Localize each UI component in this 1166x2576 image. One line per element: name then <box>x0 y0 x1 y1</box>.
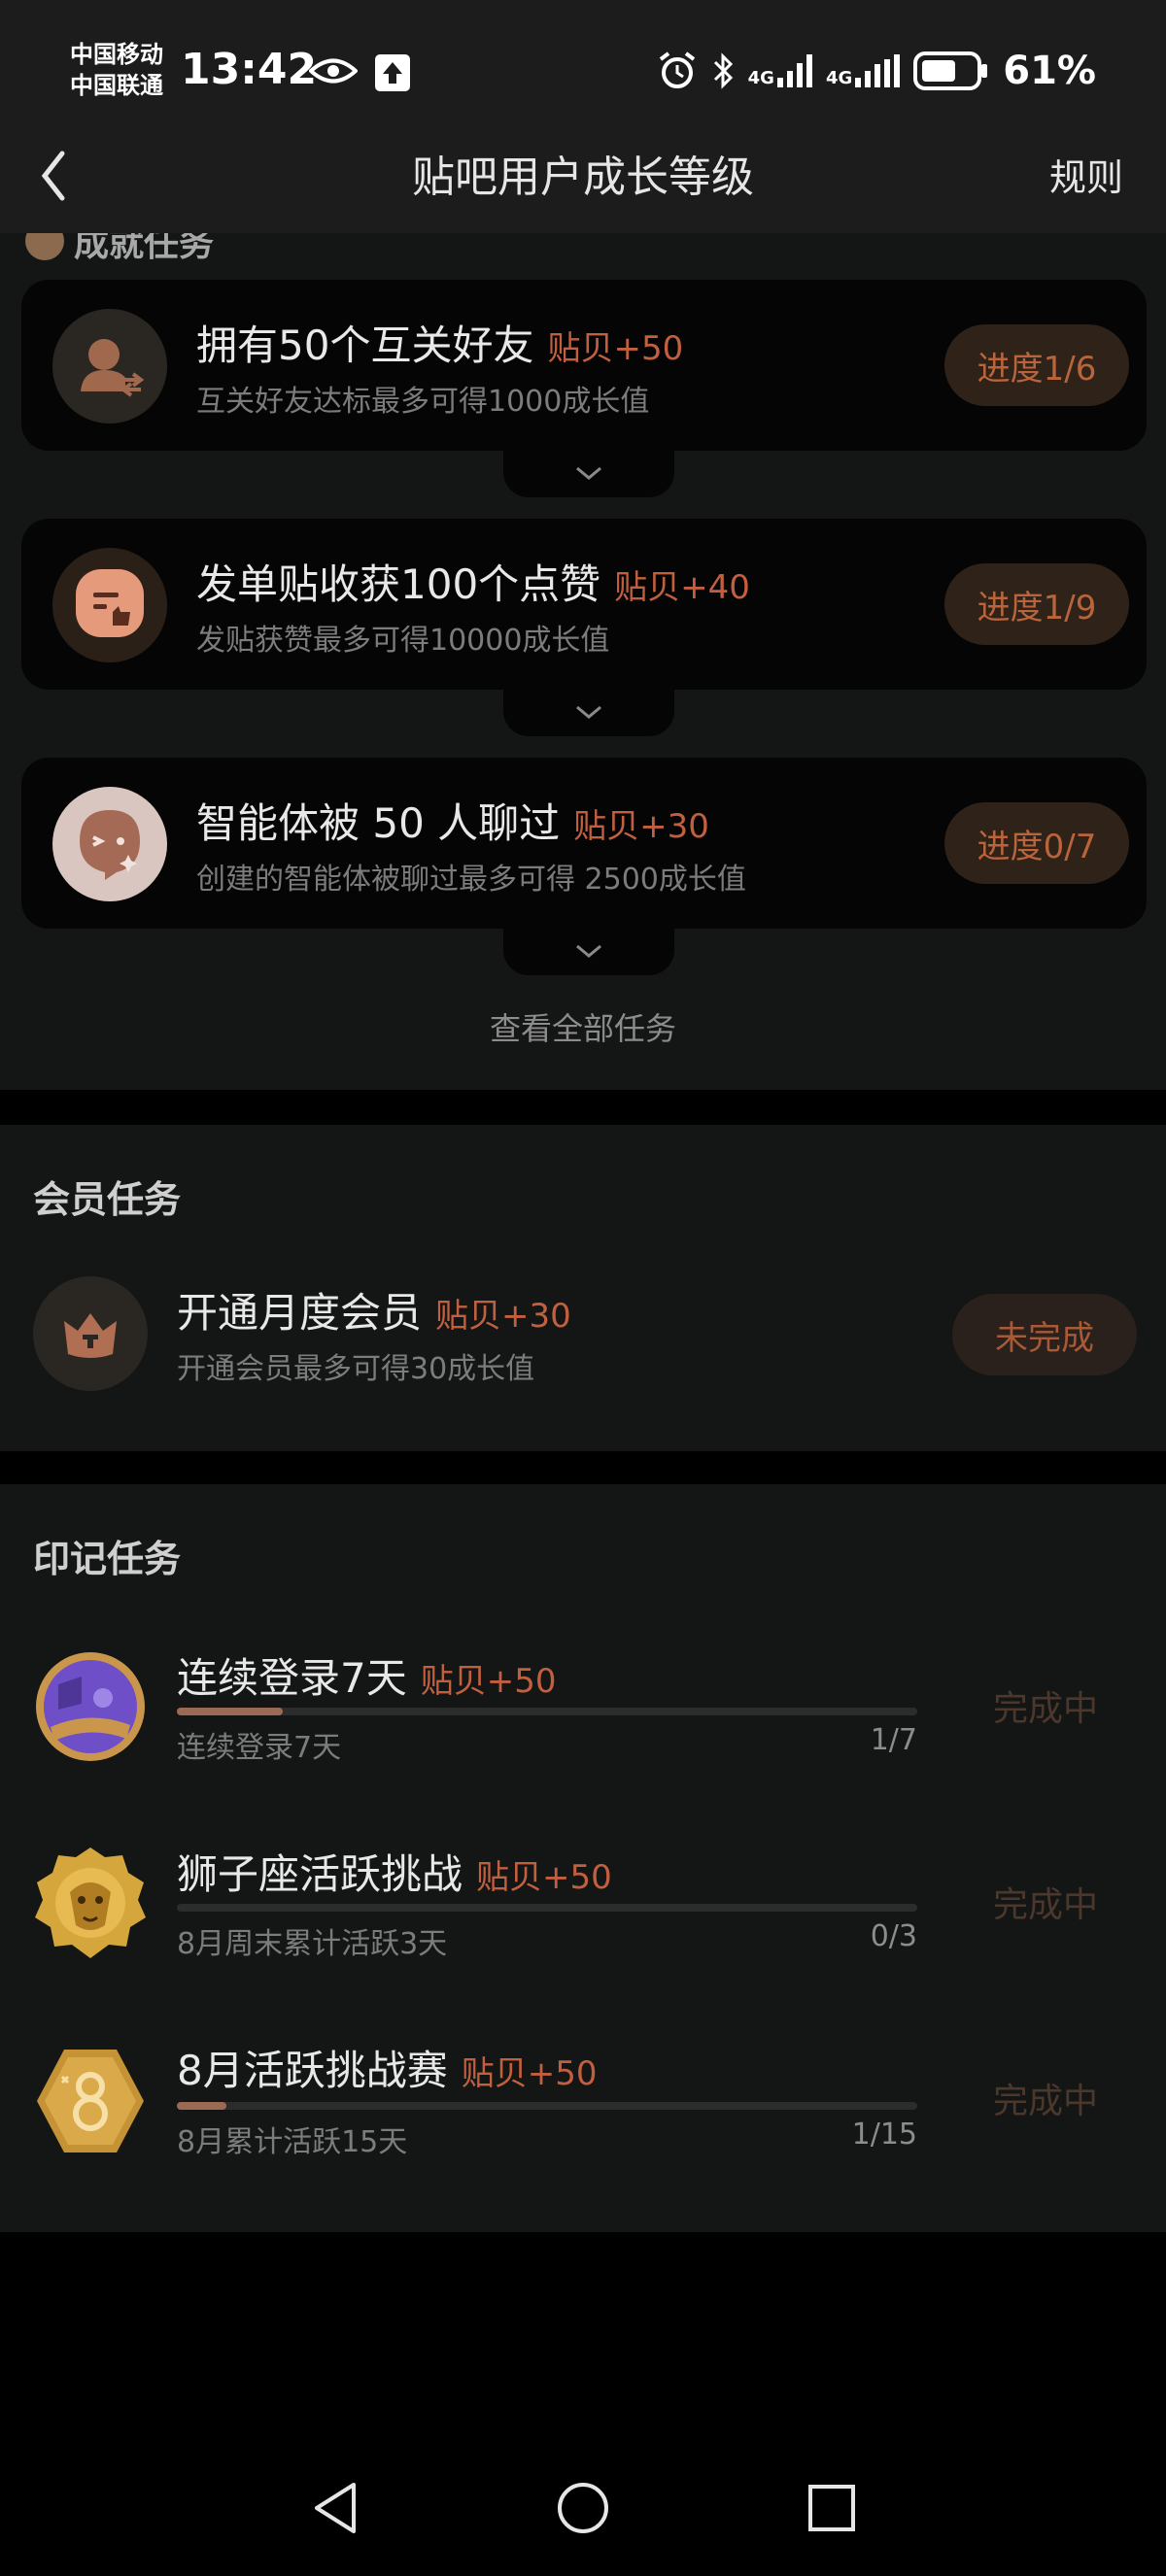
eye-icon <box>309 58 358 84</box>
bluetooth-icon <box>713 52 733 89</box>
task-description: 互关好友达标最多可得1000成长值 <box>196 385 650 419</box>
mark-section-title: 印记任务 <box>33 1538 182 1580</box>
member-task-description: 开通会员最多可得30成长值 <box>177 1352 535 1386</box>
mark-task-status: 完成中 <box>992 1689 1098 1729</box>
mark-task-status: 完成中 <box>992 1885 1098 1925</box>
chevron-down-icon <box>576 705 601 719</box>
progress-count: 1/7 <box>870 1723 917 1757</box>
status-bar: 中国移动 中国联通 13:42 4G 4G 61% <box>0 0 1166 146</box>
mark-task-description: 8月累计活跃15天 <box>177 2125 408 2159</box>
mark-task-title-text: 8月活跃挑战赛 <box>177 2047 448 2094</box>
chevron-down-icon <box>576 944 601 958</box>
system-recents-icon[interactable] <box>805 2479 859 2537</box>
task-reward: 贴贝+40 <box>614 568 750 607</box>
achievement-section-header: 成就任务 <box>25 233 214 266</box>
signal-bars-2-icon <box>855 54 901 87</box>
task-reward: 贴贝+30 <box>573 807 709 846</box>
task-progress-button[interactable]: 进度1/9 <box>944 563 1129 645</box>
mark-task-title: 连续登录7天 贴贝+50 <box>177 1645 557 1705</box>
expand-tab[interactable] <box>503 927 674 975</box>
progress-bar-fill <box>177 1708 283 1715</box>
mark-task-title: 8月活跃挑战赛 贴贝+50 <box>177 2038 598 2097</box>
member-task-icon <box>33 1276 148 1391</box>
mutual-friends-icon <box>81 339 145 397</box>
expand-tab[interactable] <box>503 449 674 497</box>
system-home-icon[interactable] <box>554 2479 612 2537</box>
header-nav: 贴吧用户成长等级 规则 <box>0 146 1166 233</box>
signal-1: 4G <box>748 54 812 87</box>
task-title-text: 智能体被 50 人聊过 <box>196 799 561 847</box>
task-title: 拥有50个互关好友 贴贝+50 <box>196 313 683 372</box>
achievement-tasks-section: 成就任务 拥有50个互关好友 贴贝+50 互关好友达标最多可得1000成长值 进度… <box>0 233 1166 1090</box>
signal-2: 4G <box>825 54 901 88</box>
august-challenge-badge-icon <box>37 2050 144 2152</box>
friends-task-icon <box>52 309 167 424</box>
ai-agent-icon <box>80 810 140 880</box>
upload-notification-icon <box>375 54 410 91</box>
crown-icon <box>64 1313 117 1358</box>
progress-bar-fill <box>177 2102 227 2110</box>
chevron-down-icon <box>576 466 601 480</box>
rules-link[interactable]: 规则 <box>1049 146 1123 210</box>
mark-task-title-text: 狮子座活跃挑战 <box>177 1850 463 1898</box>
carrier-labels: 中国移动 中国联通 <box>70 39 163 101</box>
task-card-likes: 发单贴收获100个点赞 贴贝+40 发贴获赞最多可得10000成长值 进度1/9 <box>21 519 1147 690</box>
mark-task-title-text: 连续登录7天 <box>177 1654 407 1702</box>
likes-task-icon <box>52 548 167 662</box>
progress-count: 0/3 <box>870 1919 917 1953</box>
page-title: 贴吧用户成长等级 <box>412 153 754 202</box>
task-progress-button[interactable]: 进度1/6 <box>944 324 1129 406</box>
leo-challenge-badge-icon <box>35 1847 146 1958</box>
progress-bar <box>177 1708 917 1715</box>
view-all-tasks-link[interactable]: 查看全部任务 <box>0 1004 1166 1049</box>
member-section-title: 会员任务 <box>33 1178 182 1221</box>
signal-1-label: 4G <box>747 68 774 88</box>
progress-count: 1/15 <box>851 2118 917 2152</box>
member-task-reward: 贴贝+30 <box>435 1297 571 1336</box>
clock: 13:42 <box>181 45 318 94</box>
progress-bar <box>177 2102 917 2110</box>
achievement-section-title: 成就任务 <box>74 233 215 264</box>
system-navigation-bar <box>0 2456 1166 2576</box>
task-title: 发单贴收获100个点赞 贴贝+40 <box>196 552 750 611</box>
member-task-title: 开通月度会员 贴贝+30 <box>177 1280 571 1339</box>
mark-task-title: 狮子座活跃挑战 贴贝+50 <box>177 1842 612 1901</box>
status-right-group: 4G 4G 61% <box>657 49 1096 93</box>
mark-task-reward: 贴贝+50 <box>420 1662 557 1701</box>
task-title-text: 拥有50个互关好友 <box>196 322 534 369</box>
member-task-status-button[interactable]: 未完成 <box>952 1294 1137 1375</box>
mark-task-description: 连续登录7天 <box>177 1731 342 1765</box>
task-title: 智能体被 50 人聊过 贴贝+30 <box>196 791 709 850</box>
mark-tasks-section: 印记任务 连续登录7天 贴贝+50 连续登录7天 1/7 完成中 狮子座活跃挑战贴… <box>0 1484 1166 2232</box>
login-streak-badge-icon <box>36 1652 145 1761</box>
member-tasks-section: 会员任务 开通月度会员 贴贝+30 开通会员最多可得30成长值 未完成 <box>0 1125 1166 1451</box>
mark-task-status: 完成中 <box>992 2082 1098 2121</box>
task-description: 创建的智能体被聊过最多可得 2500成长值 <box>196 863 746 897</box>
expand-tab[interactable] <box>503 688 674 736</box>
mark-task-description: 8月周末累计活跃3天 <box>177 1927 448 1961</box>
alarm-icon <box>659 51 695 88</box>
mark-task-reward: 贴贝+50 <box>461 2054 598 2093</box>
task-title-text: 发单贴收获100个点赞 <box>196 560 601 608</box>
task-progress-button[interactable]: 进度0/7 <box>944 802 1129 884</box>
carrier-2: 中国联通 <box>70 72 163 99</box>
task-card-agent: 智能体被 50 人聊过 贴贝+30 创建的智能体被聊过最多可得 2500成长值 进… <box>21 758 1147 929</box>
carrier-1: 中国移动 <box>70 41 163 68</box>
task-card-friends: 拥有50个互关好友 贴贝+50 互关好友达标最多可得1000成长值 进度1/6 <box>21 280 1147 451</box>
battery-percent: 61% <box>1003 49 1096 93</box>
agent-task-icon <box>52 787 167 901</box>
signal-bars-1-icon <box>776 54 812 87</box>
progress-bar <box>177 1904 917 1912</box>
system-back-icon[interactable] <box>309 2479 361 2537</box>
task-description: 发贴获赞最多可得10000成长值 <box>196 624 610 658</box>
mark-task-reward: 贴贝+50 <box>476 1858 612 1897</box>
member-task-title-text: 开通月度会员 <box>177 1289 423 1337</box>
medal-icon <box>25 233 64 260</box>
signal-2-label: 4G <box>825 68 853 88</box>
battery-icon <box>913 51 988 90</box>
post-like-icon <box>76 569 144 637</box>
task-reward: 贴贝+50 <box>547 329 684 368</box>
